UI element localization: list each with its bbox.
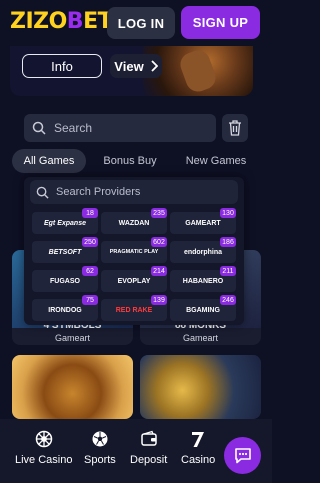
lion-game-thumbnail [12,355,133,419]
provider-count: 211 [220,266,236,276]
provider-bgaming[interactable]: BGAMING 246 [170,295,236,321]
provider-name: IRONDOG [48,306,82,314]
provider-name: GAMEART [185,219,221,227]
provider-count: 62 [82,266,98,276]
tab-new-games[interactable]: New Games [180,149,252,173]
view-button-label: View [114,58,144,74]
provider-name: BGAMING [186,306,220,314]
provider-count: 246 [220,295,236,305]
nav-deposit[interactable]: Deposit [130,430,167,466]
provider-fugaso[interactable]: FUGASO 62 [32,266,98,292]
search-icon [32,121,46,135]
provider-count: 235 [151,208,167,218]
tab-all-games[interactable]: All Games [12,149,86,173]
provider-betsoft[interactable]: BETSOFT 250 [32,237,98,263]
provider-count: 186 [220,237,236,247]
provider-endorphina[interactable]: endorphina 186 [170,237,236,263]
nav-label: Sports [84,454,116,466]
nav-sports[interactable]: Sports [84,430,116,466]
logo-part-b: B [66,9,84,34]
providers-dropdown: Search Providers Egt Expanse 18 WAZDAN 235… [24,177,244,325]
nav-label: Deposit [130,454,168,466]
chat-icon [234,448,251,464]
provider-count: 18 [82,208,98,218]
provider-name: endorphina [183,248,223,256]
provider-irondog[interactable]: IRONDOG 75 [32,295,98,321]
provider-name: BETSOFT [48,248,82,256]
zizobet-logo[interactable]: ZIZOBET [10,9,113,34]
chat-button[interactable] [224,437,261,474]
logo-part-zizo: ZIZO [10,9,67,34]
provider-pragmatic-play[interactable]: PRAGMATIC PLAY 602 [101,237,167,263]
provider-evoplay[interactable]: EVOPLAY 214 [101,266,167,292]
login-button[interactable]: LOG IN [107,7,175,39]
provider-gameart[interactable]: GAMEART 130 [170,208,236,234]
game-card[interactable] [140,355,261,419]
search-providers-input[interactable]: Search Providers [30,180,238,204]
provider-habanero[interactable]: HABANERO 211 [170,266,236,292]
provider-wazdan[interactable]: WAZDAN 235 [101,208,167,234]
search-icon [36,186,49,199]
nav-live-casino[interactable]: Live Casino [15,430,72,466]
provider-count: 139 [151,295,167,305]
trash-icon [229,120,241,136]
provider-name: FUGASO [50,277,80,285]
provider-count: 602 [151,237,167,247]
provider-name: EVOPLAY [117,277,151,285]
provider-egt-expanse[interactable]: Egt Expanse 18 [32,208,98,234]
nav-label: Casino [181,454,216,466]
provider-name: WAZDAN [118,219,150,227]
roulette-icon [35,430,52,448]
provider-name: PRAGMATIC PLAY [109,249,159,255]
soccer-ball-icon [92,431,108,447]
provider-name: HABANERO [182,277,224,285]
provider-count: 75 [82,295,98,305]
provider-name: RED RAKE [115,306,153,314]
game-card[interactable] [12,355,133,419]
provider-count: 214 [151,266,167,276]
header: ZIZOBET LOG IN SIGN UP [0,0,272,46]
provider-count: 130 [220,208,236,218]
seven-icon [192,432,205,447]
coins-game-thumbnail [140,355,261,419]
view-button[interactable]: View [110,54,162,78]
signup-button[interactable]: SIGN UP [181,6,260,39]
provider-name: Egt Expanse [43,219,86,227]
clear-search-button[interactable] [222,114,248,142]
nav-label: Live Casino [15,454,73,466]
search-placeholder: Search [54,121,93,135]
provider-red-rake[interactable]: RED RAKE 139 [101,295,167,321]
search-providers-placeholder: Search Providers [56,186,141,198]
wallet-icon [140,430,157,446]
game-provider: Gameart [54,333,90,343]
provider-count: 250 [82,237,98,247]
tab-bonus-buy[interactable]: Bonus Buy [96,149,164,173]
chevron-right-icon [151,60,158,72]
nav-casino[interactable]: Casino [181,430,215,466]
search-input[interactable]: Search [24,114,216,142]
game-provider: Gameart [182,333,218,343]
info-button[interactable]: Info [22,54,102,78]
